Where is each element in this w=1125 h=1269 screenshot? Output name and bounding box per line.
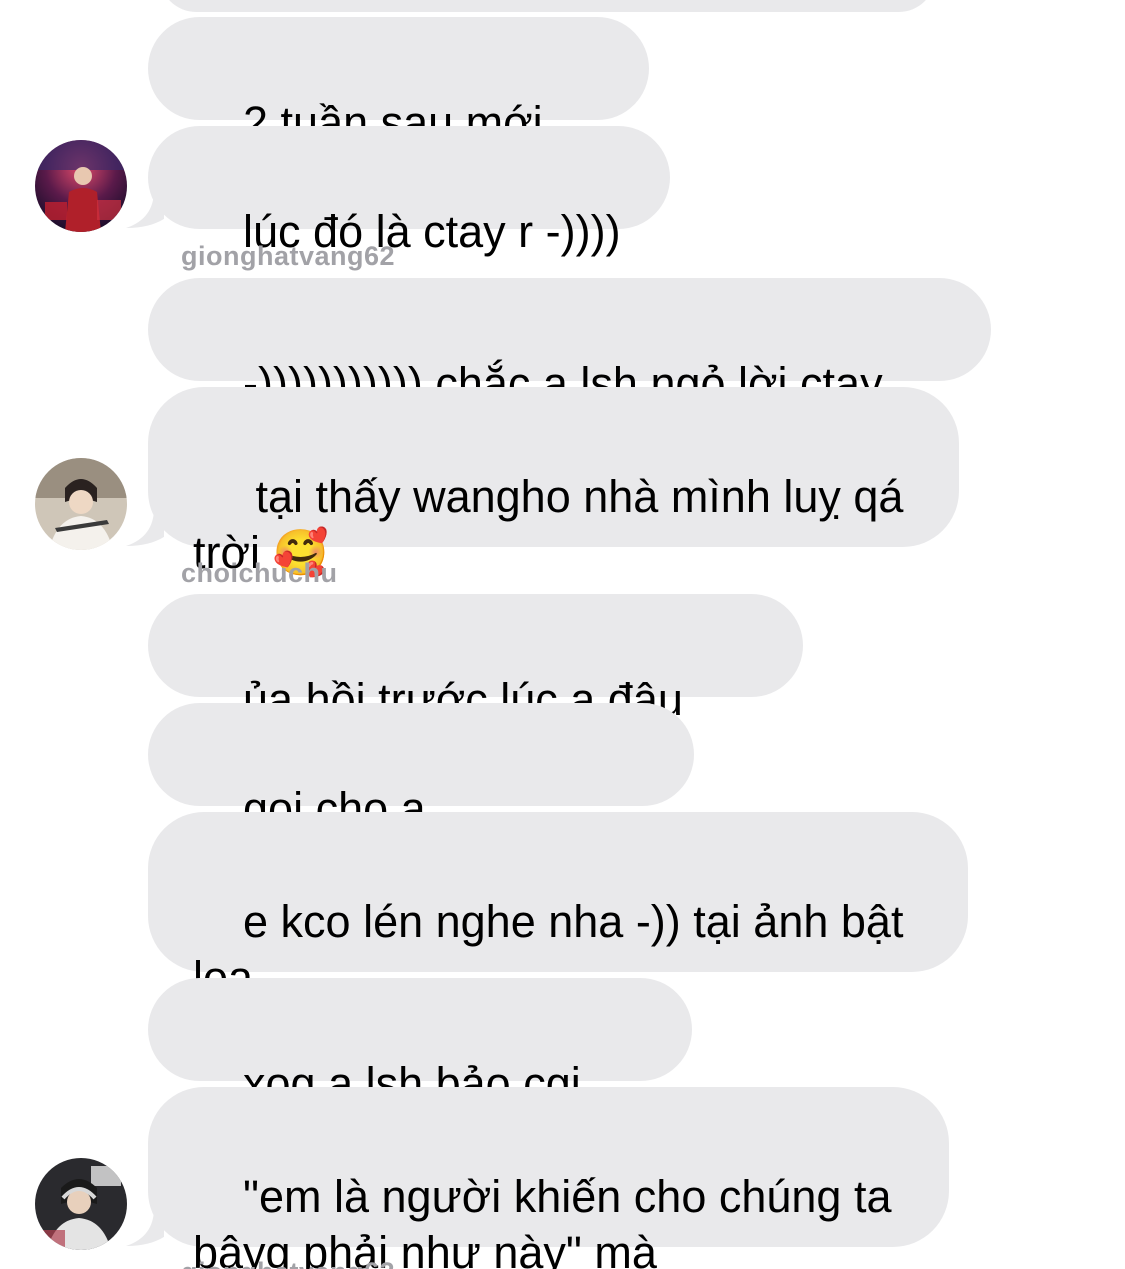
message-bubble[interactable]: e kco lén nghe nha -)) tại ảnh bật loa (148, 812, 968, 1003)
message-bubble[interactable]: gọi cho a sanghyeok (148, 703, 694, 890)
message-text: "em là người khiến cho chúng ta bâyg phả… (193, 1171, 892, 1269)
avatar[interactable] (35, 458, 127, 550)
message-bubble[interactable]: xog a lsh bảo cgi mà (148, 978, 692, 1165)
message-bubble[interactable]: -))))))))))) chắc a lsh ngỏ lời ctay ha (148, 278, 991, 465)
chat-thread[interactable]: 2 tuần sau mới biết lúc đó là ctay r -))… (0, 0, 1125, 1269)
sender-name: gionghatvang62 (181, 241, 396, 271)
avatar[interactable] (35, 140, 127, 232)
message-bubble[interactable]: ủa hồi trước lúc a đậu say (148, 594, 803, 781)
sender-name: gionghatvang62 (181, 1256, 395, 1269)
message-bubble[interactable]: 2 tuần sau mới biết (148, 17, 649, 204)
message-bubble[interactable]: tại thấy wangho nhà mình luỵ qá trời 🥰 (148, 387, 959, 578)
avatar[interactable] (35, 1158, 127, 1250)
bubble-tail (126, 1208, 164, 1246)
bubble-tail (126, 190, 164, 228)
partial-message-bubble[interactable] (160, 0, 935, 12)
bubble-tail (126, 508, 164, 546)
message-bubble[interactable]: lúc đó là ctay r -)))) (148, 126, 670, 257)
sender-name: choichuchu (181, 558, 338, 588)
message-bubble[interactable]: "em là người khiến cho chúng ta bâyg phả… (148, 1087, 949, 1269)
